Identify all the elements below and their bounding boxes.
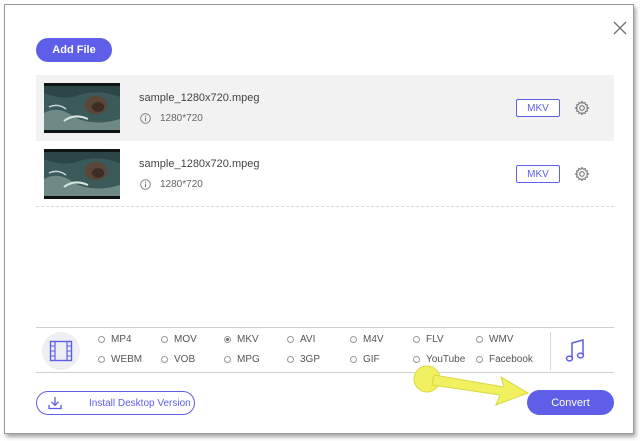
format-label: VOB bbox=[174, 354, 196, 365]
format-option[interactable]: M4V bbox=[350, 334, 384, 345]
radio-button[interactable] bbox=[413, 336, 420, 343]
gear-icon[interactable] bbox=[574, 166, 590, 182]
format-label: AVI bbox=[300, 334, 316, 345]
radio-button[interactable] bbox=[98, 356, 105, 363]
radio-button[interactable] bbox=[224, 336, 231, 343]
radio-button[interactable] bbox=[287, 356, 294, 363]
format-label: 3GP bbox=[300, 354, 321, 365]
video-tab[interactable] bbox=[42, 332, 80, 370]
file-row[interactable]: sample_1280x720.mpeg 1280*720 MKV bbox=[36, 75, 614, 141]
format-label: MKV bbox=[237, 334, 259, 345]
format-label: MP4 bbox=[111, 334, 132, 345]
radio-button[interactable] bbox=[287, 336, 294, 343]
format-option[interactable]: MOV bbox=[161, 334, 197, 345]
format-label: M4V bbox=[363, 334, 384, 345]
format-label: GIF bbox=[363, 354, 380, 365]
video-thumbnail bbox=[44, 149, 120, 199]
install-label: Install Desktop Version bbox=[89, 397, 191, 409]
radio-button[interactable] bbox=[161, 336, 168, 343]
radio-button[interactable] bbox=[350, 336, 357, 343]
info-icon[interactable] bbox=[140, 179, 151, 190]
format-option[interactable]: WMV bbox=[476, 334, 513, 345]
file-resolution: 1280*720 bbox=[160, 113, 203, 124]
film-icon bbox=[49, 340, 73, 362]
info-icon[interactable] bbox=[140, 113, 151, 124]
close-icon[interactable] bbox=[611, 19, 629, 37]
format-option[interactable]: FLV bbox=[413, 334, 444, 345]
install-desktop-button[interactable]: Install Desktop Version bbox=[36, 391, 195, 415]
file-row[interactable]: sample_1280x720.mpeg 1280*720 MKV bbox=[36, 141, 614, 207]
radio-button[interactable] bbox=[98, 336, 105, 343]
convert-button[interactable]: Convert bbox=[527, 390, 614, 415]
add-file-button[interactable]: Add File bbox=[36, 38, 112, 62]
video-thumbnail bbox=[44, 83, 120, 133]
radio-button[interactable] bbox=[413, 356, 420, 363]
annotation-arrow bbox=[413, 365, 530, 406]
format-label: MPG bbox=[237, 354, 260, 365]
format-option[interactable]: GIF bbox=[350, 354, 380, 365]
radio-button[interactable] bbox=[476, 356, 483, 363]
converter-window: Add File sample_1280x720.mpeg 1280*720 M… bbox=[4, 4, 634, 434]
radio-button[interactable] bbox=[350, 356, 357, 363]
format-label: FLV bbox=[426, 334, 444, 345]
radio-button[interactable] bbox=[224, 356, 231, 363]
output-format-button[interactable]: MKV bbox=[516, 99, 560, 117]
music-icon[interactable] bbox=[564, 338, 586, 364]
format-option[interactable]: MP4 bbox=[98, 334, 132, 345]
divider bbox=[550, 332, 551, 370]
format-option[interactable]: VOB bbox=[161, 354, 195, 365]
format-option[interactable]: AVI bbox=[287, 334, 315, 345]
format-label: WEBM bbox=[111, 354, 143, 365]
file-name: sample_1280x720.mpeg bbox=[139, 158, 260, 170]
output-format-button[interactable]: MKV bbox=[516, 165, 560, 183]
gear-icon[interactable] bbox=[574, 100, 590, 116]
format-option[interactable]: MKV bbox=[224, 334, 259, 345]
radio-button[interactable] bbox=[161, 356, 168, 363]
format-option[interactable]: WEBM bbox=[98, 354, 142, 365]
format-option[interactable]: MPG bbox=[224, 354, 260, 365]
file-resolution: 1280*720 bbox=[160, 179, 203, 190]
radio-button[interactable] bbox=[476, 336, 483, 343]
download-icon bbox=[48, 397, 62, 410]
format-label: WMV bbox=[489, 334, 514, 345]
file-name: sample_1280x720.mpeg bbox=[139, 92, 260, 104]
format-option[interactable]: 3GP bbox=[287, 354, 320, 365]
format-label: MOV bbox=[174, 334, 197, 345]
